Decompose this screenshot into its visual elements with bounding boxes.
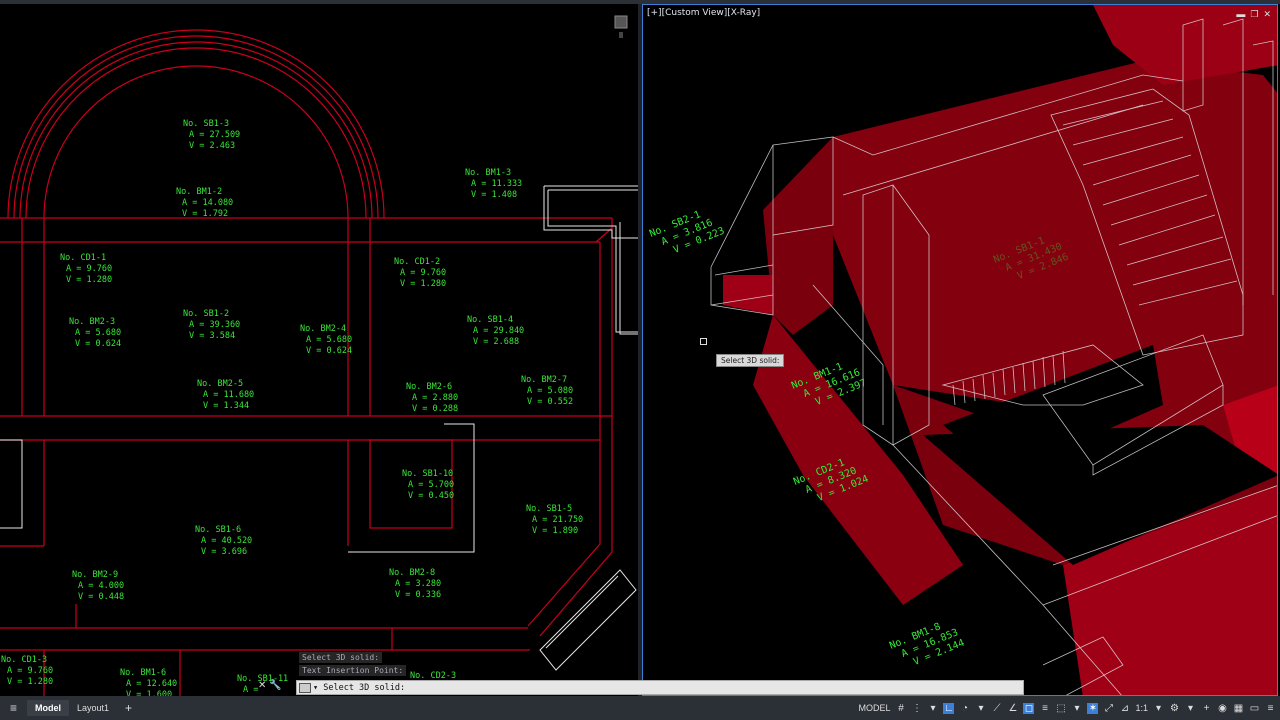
object-snap-tracking-icon[interactable]: ∠ <box>1007 703 1018 714</box>
element-label-bm2-5: No. BM2-5 A = 11.680 V = 1.344 <box>197 379 254 411</box>
viewport-plan-2d[interactable]: No. SB1-3 A = 27.509 V = 2.463 No. BM1-2 A =… <box>0 4 638 696</box>
add-layout-button[interactable]: + <box>117 698 140 718</box>
viewport-3d-xray[interactable]: No. SB2-1A = 3.816V = 0.223 No. BM1-1A = … <box>642 4 1278 696</box>
element-label-sb1-10: No. SB1-10 A = 5.700 V = 0.450 <box>402 469 454 501</box>
element-label-bm2-6: No. BM2-6 A = 2.880 V = 0.288 <box>406 382 458 414</box>
element-label-bm1-6: No. BM1-6 A = 12.640 V = 1.600 <box>120 668 177 696</box>
isodraft-icon[interactable]: ⟋ <box>991 703 1002 714</box>
element-label-cd1-3: No. CD1-3 A = 9.760 V = 1.280 <box>1 655 53 687</box>
polar-tracking-icon[interactable]: ◔ <box>959 703 970 714</box>
model-space-button[interactable]: MODEL <box>858 703 890 713</box>
command-tooltip: Select 3D solid: <box>716 354 785 367</box>
grid-icon[interactable]: # <box>895 703 906 714</box>
plan-drawing: No. SB1-3 A = 27.509 V = 2.463 No. BM1-2 A =… <box>0 29 638 696</box>
element-label-3d-bm1-8: No. BM1-8A = 16.853V = 2.144 <box>888 615 966 674</box>
gear-icon[interactable]: ⚙ <box>1169 703 1180 714</box>
wrench-icon[interactable]: 🔧 <box>269 680 281 691</box>
customization-icon[interactable]: ≡ <box>1265 703 1276 714</box>
element-label-cd1-1: No. CD1-1 A = 9.760 V = 1.280 <box>60 253 112 285</box>
chevron-down-icon[interactable]: ▾ <box>1185 703 1196 714</box>
command-prompt-text: ▾ Select 3D solid: <box>313 682 406 693</box>
cursor-pickbox <box>700 338 707 345</box>
auto-scale-icon[interactable]: ⤢ <box>1103 703 1114 714</box>
element-label-sb1-6: No. SB1-6 A = 40.520 V = 3.696 <box>195 525 252 557</box>
element-label-bm2-9: No. BM2-9 A = 4.000 V = 0.448 <box>72 570 124 602</box>
tab-model[interactable]: Model <box>27 700 70 716</box>
command-line-input[interactable]: ▾ Select 3D solid: <box>296 680 1024 695</box>
element-label-bm2-3: No. BM2-3 A = 5.680 V = 0.624 <box>69 317 121 349</box>
viewport-controls-label[interactable]: [+][Custom View][X-Ray] <box>647 8 760 18</box>
command-history-line-1: Select 3D solid: <box>299 652 383 663</box>
hamburger-menu-icon[interactable]: ≡ <box>0 701 27 715</box>
plus-icon[interactable]: + <box>1201 703 1212 714</box>
command-line-tools: ✕ 🔧 <box>258 680 282 691</box>
command-history-line-2: Text Insertion Point: <box>299 665 407 676</box>
minimize-icon[interactable]: ▬ <box>1236 9 1245 20</box>
isolate-objects-icon[interactable]: ◉ <box>1217 703 1228 714</box>
element-label-bm2-4: No. BM2-4 A = 5.680 V = 0.624 <box>300 324 352 356</box>
element-label-3d-sb2-1: No. SB2-1A = 3.816V = 0.223 <box>648 203 726 262</box>
snap-icon[interactable]: ⋮ <box>911 703 922 714</box>
annotation-visibility-icon[interactable]: ✶ <box>1087 702 1099 714</box>
element-label-bm2-7: No. BM2-7 A = 5.080 V = 0.552 <box>521 375 573 407</box>
status-toggles: MODEL # ⋮ ▾ ∟ ◔ ▾ ⟋ ∠ ◻ ≡ ⬚ ▾ ✶ ⤢ ⊿ 1:1 … <box>858 696 1276 720</box>
xray-3d-model: No. SB2-1A = 3.816V = 0.223No. BM1-1A = … <box>648 5 1277 695</box>
chevron-down-icon[interactable]: ▾ <box>975 703 986 714</box>
tab-layout1[interactable]: Layout1 <box>69 700 117 716</box>
element-label-sb1-2: No. SB1-2 A = 39.360 V = 3.584 <box>183 309 240 341</box>
element-label-cd1-2: No. CD1-2 A = 9.760 V = 1.280 <box>394 257 446 289</box>
lineweight-icon[interactable]: ≡ <box>1039 703 1050 714</box>
close-icon[interactable]: ✕ <box>1263 9 1271 20</box>
status-bar: ≡ Model Layout1 + MODEL # ⋮ ▾ ∟ ◔ ▾ ⟋ ∠ … <box>0 696 1280 720</box>
element-label-bm1-3: No. BM1-3 A = 11.333 V = 1.408 <box>465 168 522 200</box>
annotation-scale-icon[interactable]: ⊿ <box>1119 703 1130 714</box>
element-label-sb1-4: No. SB1-4 A = 29.840 V = 2.688 <box>467 315 524 347</box>
command-icon <box>299 682 311 693</box>
chevron-down-icon[interactable]: ▾ <box>1153 703 1164 714</box>
element-label-bm1-2: No. BM1-2 A = 14.080 V = 1.792 <box>176 187 233 219</box>
element-label-sb1-5: No. SB1-5 A = 21.750 V = 1.890 <box>526 504 583 536</box>
restore-icon[interactable]: ❐ <box>1250 9 1258 20</box>
clean-screen-icon[interactable]: ▭ <box>1249 703 1260 714</box>
annotation-scale-value[interactable]: 1:1 <box>1135 703 1148 713</box>
dynamic-input-icon[interactable]: ▾ <box>927 703 938 714</box>
ortho-icon[interactable]: ∟ <box>943 702 955 714</box>
object-snap-icon[interactable]: ◻ <box>1023 702 1035 714</box>
selection-cycling-icon[interactable]: ⬚ <box>1055 703 1066 714</box>
hardware-acceleration-icon[interactable]: ▦ <box>1233 703 1244 714</box>
element-label-bm2-8: No. BM2-8 A = 3.280 V = 0.336 <box>389 568 441 600</box>
element-label-sb1-3: No. SB1-3 A = 27.509 V = 2.463 <box>183 119 240 151</box>
close-icon[interactable]: ✕ <box>258 680 266 691</box>
chevron-down-icon[interactable]: ▾ <box>1071 703 1082 714</box>
viewport-window-controls[interactable]: ▬ ❐ ✕ <box>1236 9 1271 20</box>
left-annotation-layer: No. SB1-3 A = 27.509 V = 2.463 No. BM1-2 A =… <box>1 119 583 696</box>
navigation-viewcube[interactable] <box>613 12 629 42</box>
